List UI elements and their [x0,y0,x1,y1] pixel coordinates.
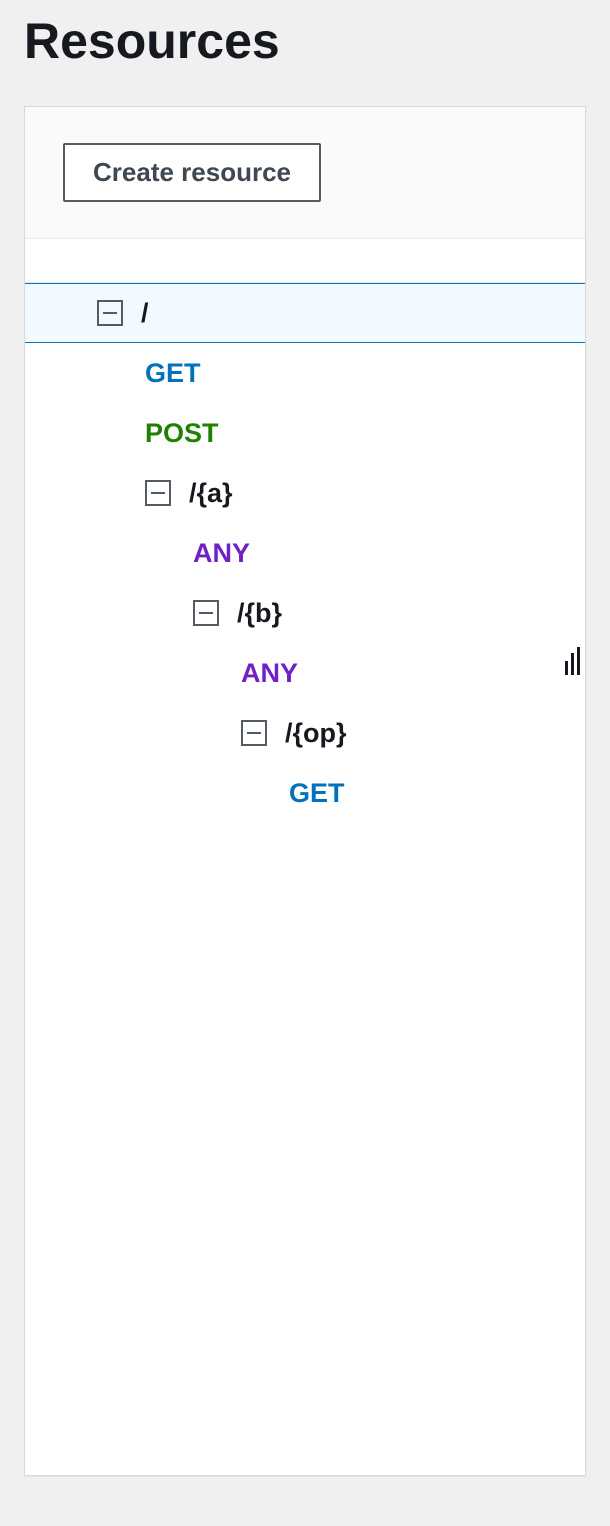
resize-handle-icon[interactable] [565,647,583,675]
resource-row[interactable]: /{b} [25,583,585,643]
method-row[interactable]: ANY [25,643,585,703]
resource-path-label: /{op} [285,718,347,749]
method-label: ANY [193,538,250,569]
create-resource-button[interactable]: Create resource [63,143,321,202]
resource-row[interactable]: /{op} [25,703,585,763]
collapse-icon[interactable] [241,720,267,746]
resource-path-label: / [141,298,149,329]
method-row[interactable]: GET [25,763,585,823]
resource-row[interactable]: / [25,283,585,343]
resource-path-label: /{a} [189,478,233,509]
collapse-icon[interactable] [193,600,219,626]
resource-row[interactable]: /{a} [25,463,585,523]
collapse-icon[interactable] [97,300,123,326]
resources-panel: Create resource / GET POST /{a} ANY /{b} ANY /{… [24,106,586,1476]
panel-header: Create resource [25,107,585,239]
collapse-icon[interactable] [145,480,171,506]
method-label: ANY [241,658,298,689]
method-label: GET [289,778,345,809]
method-label: POST [145,418,219,449]
resource-path-label: /{b} [237,598,282,629]
method-row[interactable]: ANY [25,523,585,583]
resource-tree: / GET POST /{a} ANY /{b} ANY /{op} GET [25,283,585,1475]
method-label: GET [145,358,201,389]
panel-subheader-spacer [25,239,585,283]
method-row[interactable]: POST [25,403,585,463]
page-title: Resources [0,0,610,106]
method-row[interactable]: GET [25,343,585,403]
